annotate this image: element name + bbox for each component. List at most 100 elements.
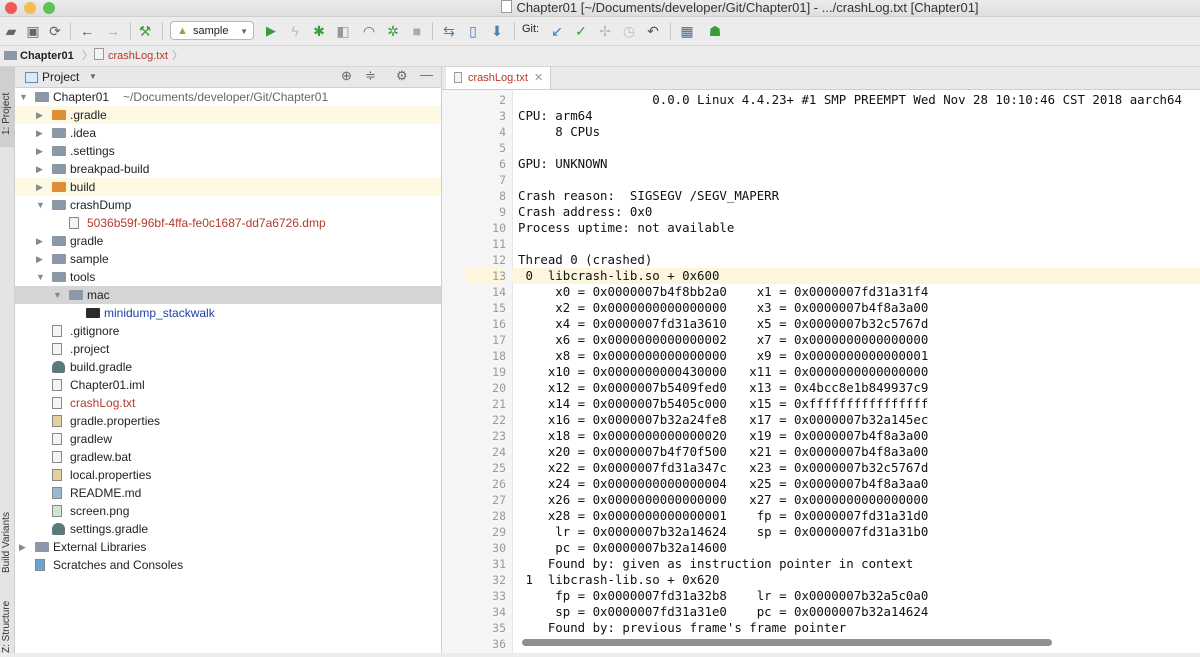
expand-arrow-icon[interactable]: ▼: [36, 196, 46, 214]
git-update-icon[interactable]: ↙: [548, 22, 566, 40]
gradle-sync-icon[interactable]: ⇆: [440, 22, 458, 40]
debug-attach-icon[interactable]: ✲: [384, 22, 402, 40]
code-line: x14 = 0x0000007b5405c000 x15 = 0xfffffff…: [518, 396, 929, 411]
back-icon[interactable]: ←: [78, 22, 96, 40]
git-history-icon[interactable]: ◷: [620, 22, 638, 40]
tree-item-label: local.properties: [70, 468, 152, 482]
line-number: 36: [492, 637, 506, 651]
tree-item[interactable]: gradlew.bat: [15, 448, 441, 466]
assistant-icon[interactable]: ☗: [706, 22, 724, 40]
gear-icon[interactable]: ⚙: [396, 68, 408, 84]
sync-icon[interactable]: ⟳: [46, 22, 64, 40]
tree-item[interactable]: ▼ tools: [15, 268, 441, 286]
tree-item[interactable]: Chapter01.iml: [15, 376, 441, 394]
open-folder-icon[interactable]: ▰: [2, 22, 20, 40]
text-file-icon: [52, 325, 62, 337]
git-compare-icon[interactable]: ✢: [596, 22, 614, 40]
tree-item[interactable]: Scratches and Consoles: [15, 556, 441, 574]
apply-changes-icon[interactable]: ϟ: [286, 22, 304, 40]
text-file-icon: [52, 397, 62, 409]
collapse-arrow-icon[interactable]: ▶: [36, 124, 46, 142]
git-revert-icon[interactable]: ↶: [644, 22, 662, 40]
save-icon[interactable]: ▣: [24, 22, 42, 40]
tree-item[interactable]: ▶ sample: [15, 250, 441, 268]
code-line: sp = 0x0000007fd31a31e0 pc = 0x0000007b3…: [518, 604, 929, 619]
project-panel-title[interactable]: Project: [42, 70, 79, 84]
profile-icon[interactable]: ◠: [360, 22, 378, 40]
expand-arrow-icon[interactable]: ▼: [19, 88, 29, 106]
run-icon[interactable]: ▶: [262, 22, 280, 40]
tree-item[interactable]: gradle.properties: [15, 412, 441, 430]
tree-item[interactable]: minidump_stackwalk: [15, 304, 441, 322]
expand-arrow-icon[interactable]: ▼: [36, 268, 46, 286]
collapse-arrow-icon[interactable]: ▶: [36, 178, 46, 196]
make-project-icon[interactable]: ⚒: [136, 22, 154, 40]
run-configuration-select[interactable]: ▲ sample ▼: [170, 21, 254, 40]
close-icon[interactable]: ✕: [534, 67, 543, 89]
tree-item[interactable]: ▼ crashDump: [15, 196, 441, 214]
collapse-arrow-icon[interactable]: ▶: [36, 250, 46, 268]
tree-item[interactable]: build.gradle: [15, 358, 441, 376]
line-number: 14: [492, 285, 506, 299]
forward-icon[interactable]: →: [104, 22, 122, 40]
code-view[interactable]: 0.0.0 Linux 4.4.23+ #1 SMP PREEMPT Wed N…: [512, 90, 1200, 653]
tree-item[interactable]: ▶ build: [15, 178, 441, 196]
tree-item[interactable]: README.md: [15, 484, 441, 502]
tree-item[interactable]: .gitignore: [15, 322, 441, 340]
executable-icon: [86, 308, 100, 318]
stop-icon[interactable]: ■: [408, 22, 426, 40]
tree-item[interactable]: screen.png: [15, 502, 441, 520]
collapse-all-icon[interactable]: ≑: [365, 68, 376, 84]
tree-item[interactable]: ▶ .settings: [15, 142, 441, 160]
folder-icon: [52, 128, 66, 138]
breadcrumb: Chapter01 〉 crashLog.txt 〉: [0, 46, 1200, 67]
folder-icon: [52, 182, 66, 192]
avd-manager-icon[interactable]: ▯: [464, 22, 482, 40]
tree-item[interactable]: ▼ mac: [15, 286, 441, 304]
debug-icon[interactable]: ✱: [310, 22, 328, 40]
collapse-arrow-icon[interactable]: ▶: [19, 538, 29, 556]
tree-item[interactable]: crashLog.txt: [15, 394, 441, 412]
tab-crashlog[interactable]: crashLog.txt ✕: [446, 67, 551, 89]
line-number: 13: [466, 268, 506, 284]
line-number: 35: [492, 621, 506, 635]
line-number: 7: [499, 173, 506, 187]
tree-item[interactable]: ▶ breakpad-build: [15, 160, 441, 178]
tree-item[interactable]: settings.gradle: [15, 520, 441, 538]
chevron-down-icon[interactable]: ▼: [89, 72, 97, 81]
collapse-arrow-icon[interactable]: ▶: [36, 232, 46, 250]
breadcrumb-project[interactable]: Chapter01: [4, 46, 74, 66]
tree-item[interactable]: .project: [15, 340, 441, 358]
breadcrumb-separator: 〉: [172, 50, 183, 62]
line-number: 8: [499, 189, 506, 203]
breadcrumb-file[interactable]: crashLog.txt: [94, 46, 168, 66]
structure-tool-tab[interactable]: Z: Structure: [0, 587, 14, 657]
build-variants-tool-tab[interactable]: Build Variants: [0, 487, 14, 577]
tree-item[interactable]: ▶ External Libraries: [15, 538, 441, 556]
tree-item[interactable]: gradlew: [15, 430, 441, 448]
git-commit-icon[interactable]: ✓: [572, 22, 590, 40]
folder-icon: [69, 290, 83, 300]
tree-item[interactable]: local.properties: [15, 466, 441, 484]
collapse-arrow-icon[interactable]: ▶: [36, 160, 46, 178]
locate-icon[interactable]: ⊕: [341, 68, 352, 84]
tree-item[interactable]: ▼ Chapter01 ~/Documents/developer/Git/Chap…: [15, 88, 441, 106]
line-number: 25: [492, 461, 506, 475]
expand-arrow-icon[interactable]: ▼: [53, 286, 63, 304]
tree-item[interactable]: 5036b59f-96bf-4ffa-fe0c1687-dd7a6726.dmp: [15, 214, 441, 232]
line-number: 20: [492, 381, 506, 395]
horizontal-scrollbar[interactable]: [522, 639, 1052, 646]
project-tool-tab[interactable]: 1: Project: [0, 67, 14, 147]
project-structure-icon[interactable]: ▦: [678, 22, 696, 40]
tree-item[interactable]: ▶ .gradle: [15, 106, 441, 124]
sdk-manager-icon[interactable]: ⬇: [488, 22, 506, 40]
left-tool-strip: 1: Project Build Variants Z: Structure: [0, 67, 15, 653]
tree-item[interactable]: ▶ .idea: [15, 124, 441, 142]
hide-panel-icon[interactable]: —: [420, 67, 433, 82]
collapse-arrow-icon[interactable]: ▶: [36, 142, 46, 160]
text-file-icon: [454, 72, 462, 83]
text-file-icon: [501, 0, 513, 13]
collapse-arrow-icon[interactable]: ▶: [36, 106, 46, 124]
tree-item[interactable]: ▶ gradle: [15, 232, 441, 250]
attach-debugger-icon[interactable]: ◧: [334, 22, 352, 40]
